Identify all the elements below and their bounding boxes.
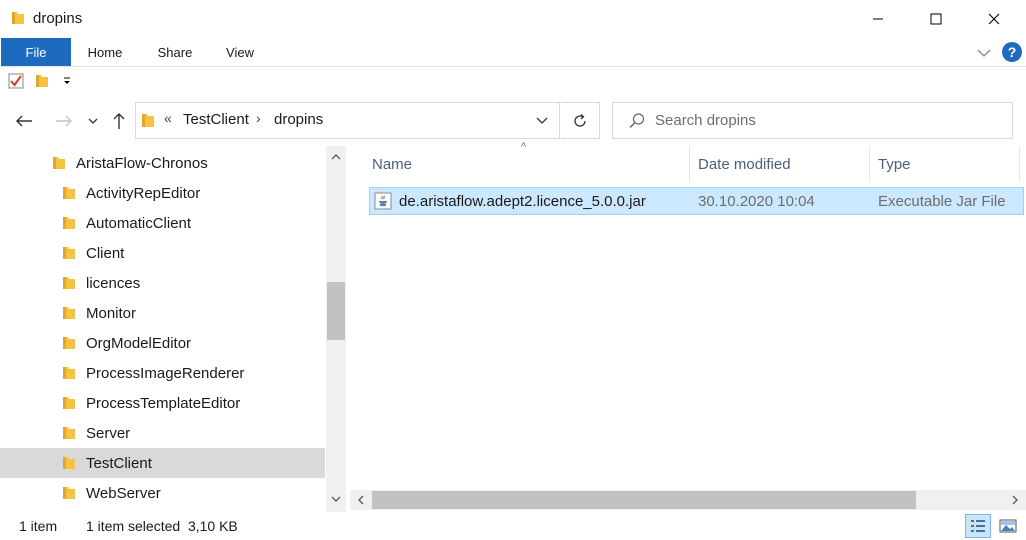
folder-icon [63, 427, 75, 439]
search-input[interactable] [655, 104, 1005, 137]
details-view-icon [971, 520, 985, 532]
search-icon [629, 113, 645, 128]
chevron-down-icon [331, 496, 341, 502]
java-jar-icon [374, 192, 392, 210]
column-header-type[interactable]: Type [870, 146, 1020, 182]
nav-item-webserver[interactable]: WebServer [0, 478, 325, 508]
folder-icon [63, 247, 75, 259]
maximize-button[interactable] [907, 0, 965, 38]
address-overflow-chevron[interactable]: « [164, 110, 172, 126]
nav-item-automaticclient[interactable]: AutomaticClient [0, 208, 325, 238]
scroll-left-button[interactable] [352, 491, 370, 509]
scroll-down-button[interactable] [326, 490, 346, 508]
minimize-button[interactable] [849, 0, 907, 38]
nav-item-label: TestClient [86, 454, 152, 472]
arrow-up-icon [113, 113, 125, 129]
large-icons-view-button[interactable] [995, 514, 1021, 538]
nav-item-label: ActivityRepEditor [86, 184, 201, 202]
breadcrumb-testclient[interactable]: TestClient [183, 111, 249, 128]
large-icons-view-icon [999, 519, 1017, 533]
nav-item-label: AutomaticClient [86, 214, 192, 232]
folder-icon [53, 157, 65, 169]
refresh-icon [574, 113, 586, 127]
folder-icon [63, 487, 75, 499]
navigation-pane: AristaFlow-Chronos ActivityRepEditor Aut… [0, 146, 346, 512]
nav-item-licences[interactable]: licences [0, 268, 325, 298]
folder-icon [63, 187, 75, 199]
folder-icon [63, 457, 75, 469]
nav-item-testclient[interactable]: TestClient [0, 448, 325, 478]
chevron-right-icon [1012, 495, 1018, 505]
address-dropdown-chevron-icon[interactable] [532, 112, 552, 130]
column-header-date-modified[interactable]: Date modified [690, 146, 870, 182]
scroll-up-button[interactable] [326, 148, 346, 166]
tab-view[interactable]: View [214, 38, 266, 66]
tab-home[interactable]: Home [78, 38, 132, 66]
tab-share[interactable]: Share [148, 38, 202, 66]
chevron-up-icon [331, 154, 341, 160]
quick-access-toolbar [0, 67, 1026, 96]
nav-item-activityrepeditor[interactable]: ActivityRepEditor [0, 178, 325, 208]
column-header-name[interactable]: Name [364, 146, 690, 182]
up-button[interactable] [106, 108, 132, 134]
nav-item-label: ProcessTemplateEditor [86, 394, 241, 412]
nav-item-label: ProcessImageRenderer [86, 364, 245, 382]
nav-item-aristaflow-chronos[interactable]: AristaFlow-Chronos [0, 148, 325, 178]
horizontal-scrollbar-thumb[interactable] [372, 491, 916, 509]
folder-icon [12, 12, 24, 24]
details-view-button[interactable] [965, 514, 991, 538]
arrow-left-icon [16, 115, 32, 127]
nav-item-processtemplateeditor[interactable]: ProcessTemplateEditor [0, 388, 325, 418]
nav-item-server[interactable]: Server [0, 418, 325, 448]
recent-locations-button[interactable] [84, 108, 102, 134]
status-selection: 1 item selected 3,10 KB [86, 518, 238, 534]
nav-item-label: licences [86, 274, 141, 292]
nav-item-label: Server [86, 424, 131, 442]
nav-item-label: WebServer [86, 484, 161, 502]
folder-icon [63, 337, 75, 349]
customize-toolbar-dropdown-icon[interactable] [62, 74, 72, 88]
window-title: dropins [33, 10, 83, 27]
breadcrumb-separator[interactable]: › [256, 110, 261, 126]
help-icon[interactable]: ? [1002, 42, 1022, 62]
tab-file[interactable]: File [1, 38, 71, 66]
nav-item-monitor[interactable]: Monitor [0, 298, 325, 328]
breadcrumb-dropins[interactable]: dropins [274, 111, 323, 128]
nav-item-client[interactable]: Client [0, 238, 325, 268]
new-folder-icon[interactable] [34, 73, 50, 89]
maximize-icon [930, 13, 942, 25]
expand-ribbon-chevron-icon[interactable] [975, 44, 993, 62]
nav-item-orgmodeleditor[interactable]: OrgModelEditor [0, 328, 325, 358]
refresh-button[interactable] [561, 102, 600, 139]
folder-icon [63, 307, 75, 319]
file-name: de.aristaflow.adept2.licence_5.0.0.jar [399, 193, 646, 210]
nav-item-processimagerenderer[interactable]: ProcessImageRenderer [0, 358, 325, 388]
folder-icon [63, 217, 75, 229]
arrow-right-icon [56, 115, 72, 127]
close-icon [988, 13, 1000, 25]
chevron-down-icon [88, 118, 98, 124]
minimize-icon [873, 18, 883, 20]
close-button[interactable] [965, 0, 1023, 38]
folder-icon [63, 277, 75, 289]
nav-item-label: AristaFlow-Chronos [76, 154, 208, 172]
nav-scrollbar-thumb[interactable] [327, 282, 345, 340]
properties-check-icon[interactable] [8, 73, 24, 89]
status-item-count: 1 item [19, 518, 58, 534]
nav-item-label: Monitor [86, 304, 137, 322]
file-date-modified: 30.10.2020 10:04 [698, 193, 815, 210]
folder-icon [63, 367, 75, 379]
nav-item-label: OrgModelEditor [86, 334, 192, 352]
folder-icon [63, 397, 75, 409]
chevron-left-icon [358, 495, 364, 505]
folder-icon [142, 114, 154, 127]
file-type: Executable Jar File [878, 193, 1006, 210]
forward-button[interactable] [50, 108, 78, 134]
scroll-right-button[interactable] [1006, 491, 1024, 509]
nav-item-label: Client [86, 244, 125, 262]
back-button[interactable] [10, 108, 38, 134]
ribbon-tabs: File Home Share View ? [0, 38, 1026, 67]
